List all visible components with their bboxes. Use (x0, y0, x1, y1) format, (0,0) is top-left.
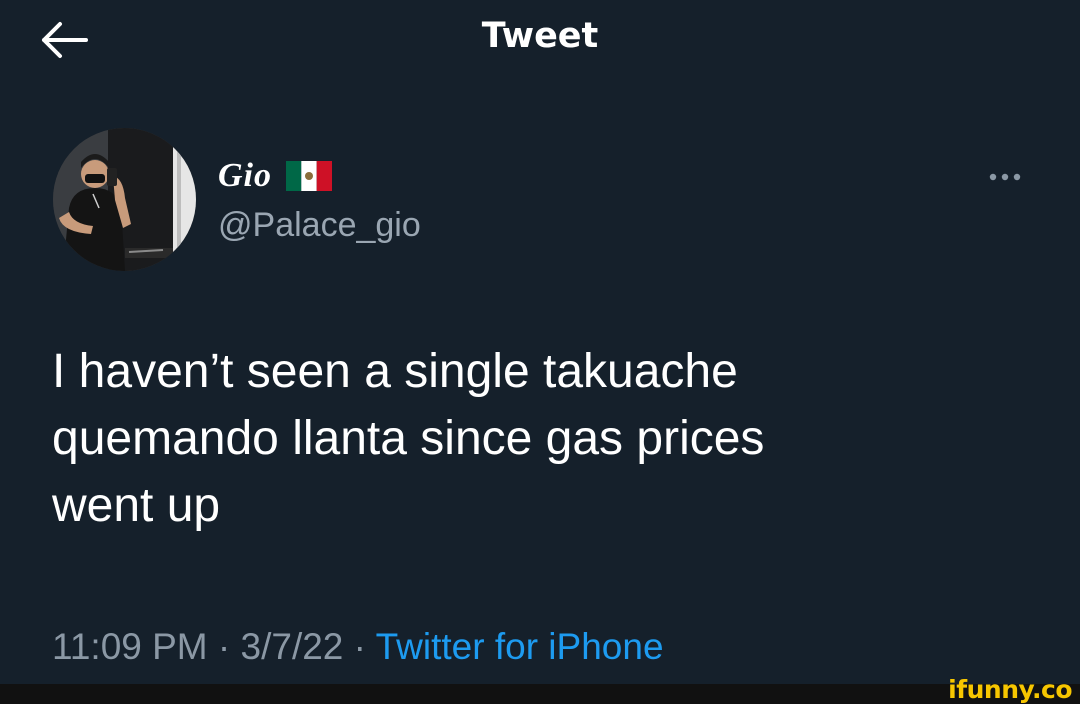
tweet-line: I haven’t seen a single takuache (52, 345, 738, 398)
tweet-source-link[interactable]: Twitter for iPhone (376, 626, 664, 667)
page-title: Tweet (481, 16, 599, 56)
author-name-row[interactable]: Gio (218, 152, 332, 200)
tweet-time: 11:09 PM (52, 626, 208, 667)
separator: · (343, 626, 376, 667)
user-handle[interactable]: @Palace_gio (218, 206, 421, 245)
mexico-flag-icon (286, 161, 332, 191)
more-button[interactable] (978, 160, 1038, 194)
display-name: Gio (218, 157, 272, 194)
footer-strip (0, 684, 1080, 704)
tweet-text: I haven’t seen a single takuache quemand… (52, 338, 1032, 539)
watermark-logo: ifunny.co (948, 675, 1072, 704)
top-bar: Tweet (0, 0, 1080, 80)
profile-photo (53, 128, 196, 271)
avatar[interactable] (53, 128, 196, 271)
tweet-metadata: 11:09 PM · 3/7/22 · Twitter for iPhone (52, 626, 664, 668)
separator: · (207, 626, 241, 667)
tweet-screen: Tweet Gio @Palace_gio I haven’t seen a s… (0, 0, 1080, 684)
tweet-line: quemando llanta since gas prices (52, 412, 765, 465)
tweet-line: went up (52, 479, 221, 532)
more-horizontal-icon (989, 173, 1021, 181)
tweet-date: 3/7/22 (240, 626, 344, 667)
